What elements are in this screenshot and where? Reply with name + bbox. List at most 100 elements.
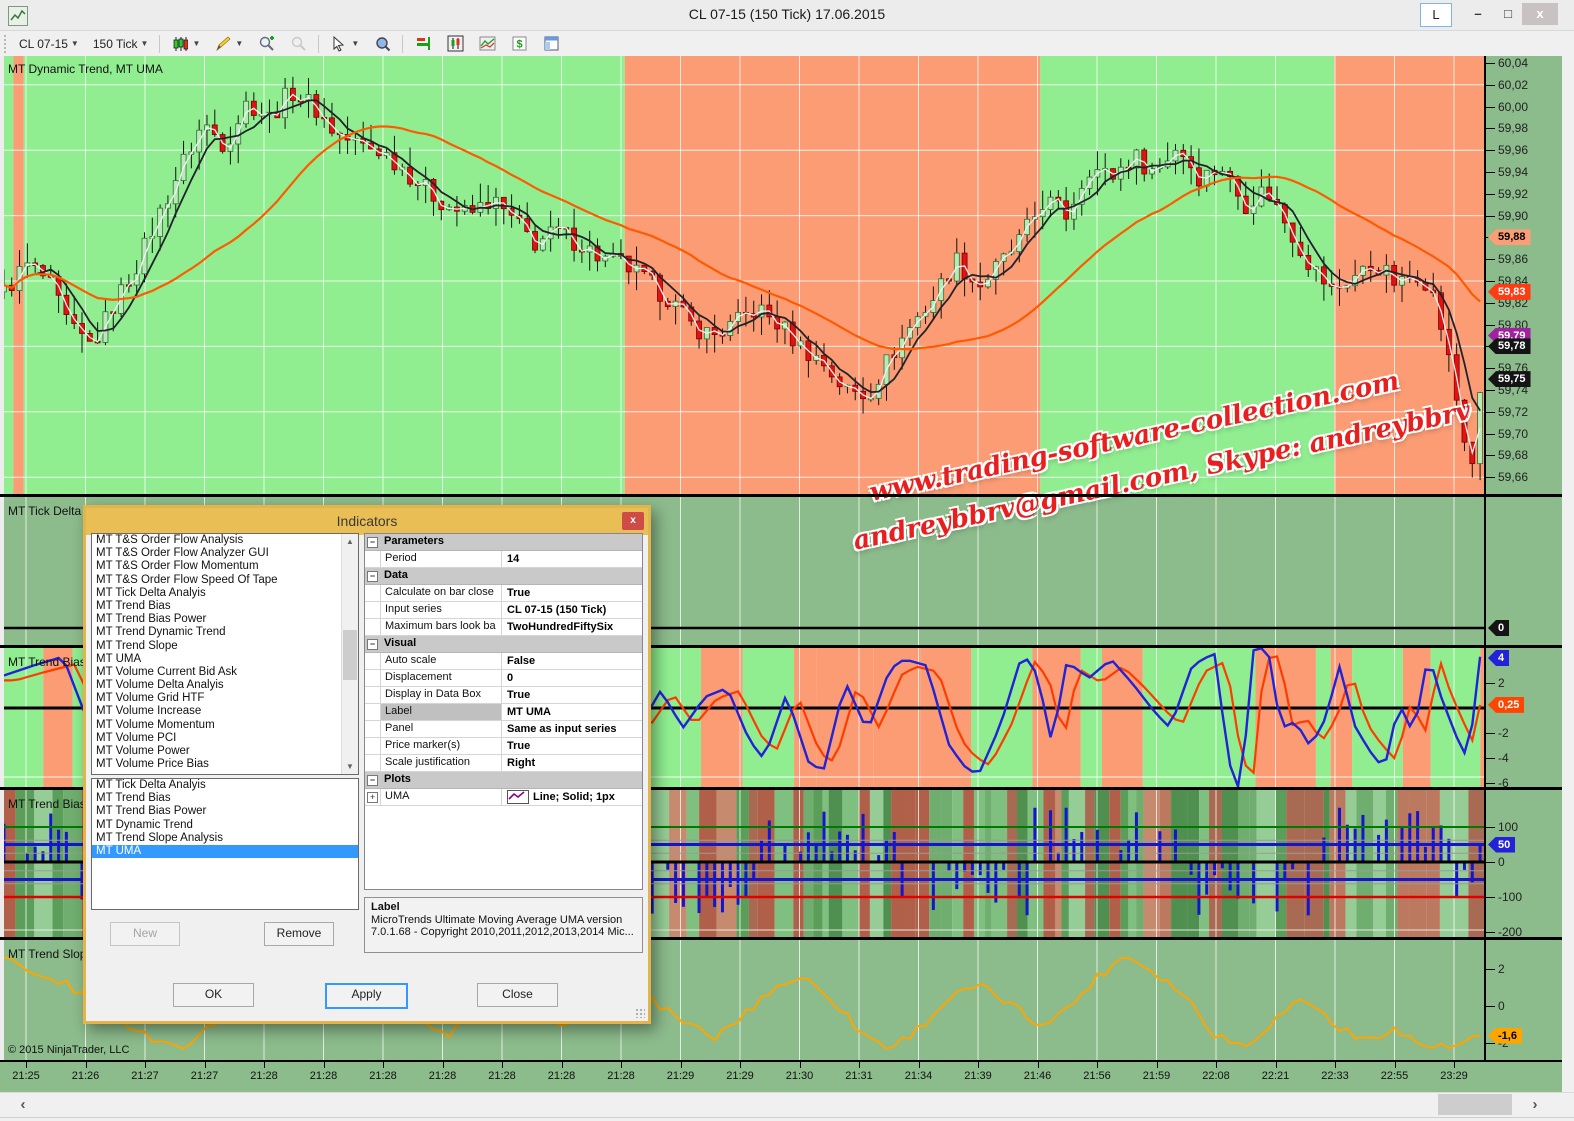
scroll-right-arrow-icon[interactable]: › [1526, 1096, 1544, 1114]
account-button[interactable]: $ [504, 32, 534, 56]
property-value[interactable]: False [502, 653, 642, 669]
drawing-tools-button[interactable]: ▼ [208, 32, 249, 56]
scroll-down-icon[interactable]: ▼ [342, 759, 358, 774]
collapse-icon[interactable]: − [367, 571, 378, 582]
available-indicators-list[interactable]: MT T&S Order Flow AnalysisMT T&S Order F… [91, 533, 359, 775]
property-value[interactable]: True [502, 738, 642, 754]
scroll-up-icon[interactable]: ▲ [342, 534, 358, 549]
collapse-icon[interactable]: − [367, 775, 378, 786]
configured-indicator-item[interactable]: MT Tick Delta Analyis [92, 779, 358, 792]
property-row[interactable]: Auto scaleFalse [365, 653, 642, 670]
cursor-button[interactable]: ▼ [324, 32, 365, 56]
configured-indicator-item[interactable]: MT Trend Bias Power [92, 805, 358, 818]
maximize-button[interactable]: □ [1494, 3, 1522, 25]
list-scrollbar[interactable]: ▲▼ [341, 534, 358, 774]
zoom-in-button[interactable] [251, 32, 281, 56]
scrollbar-thumb[interactable] [343, 630, 357, 680]
available-indicator-item[interactable]: MT Volume Power [92, 745, 358, 758]
property-value[interactable]: CL 07-15 (150 Tick) [502, 602, 642, 618]
available-indicator-item[interactable]: MT Trend Slope [92, 640, 358, 653]
available-indicator-item[interactable]: MT Volume Delta Analyis [92, 679, 358, 692]
zoom-out-button[interactable] [283, 32, 313, 56]
property-category-row[interactable]: −Data [365, 568, 642, 585]
link-button[interactable]: L [1420, 3, 1452, 27]
configured-indicator-item[interactable]: MT UMA [92, 845, 358, 858]
configured-indicator-item[interactable]: MT Trend Slope Analysis [92, 832, 358, 845]
properties-button[interactable] [536, 32, 566, 56]
available-indicator-item[interactable]: MT T&S Order Flow Momentum [92, 560, 358, 573]
close-button[interactable]: x [1522, 3, 1558, 25]
property-row[interactable]: Display in Data BoxTrue [365, 687, 642, 704]
property-row[interactable]: Maximum bars look baTwoHundredFiftySix [365, 619, 642, 636]
chart-overlay-button[interactable] [472, 32, 502, 56]
property-value[interactable]: Same as input series [502, 721, 642, 737]
data-box-button[interactable] [367, 32, 397, 56]
resize-grip[interactable] [635, 1008, 645, 1018]
minimize-button[interactable]: – [1464, 3, 1492, 25]
property-row[interactable]: Period14 [365, 551, 642, 568]
remove-button[interactable]: Remove [264, 922, 334, 946]
property-row[interactable]: LabelMT UMA [365, 704, 642, 721]
property-category-row[interactable]: −Visual [365, 636, 642, 653]
available-indicator-item[interactable]: MT UMA [92, 653, 358, 666]
time-tick [145, 1062, 146, 1068]
collapse-icon[interactable]: − [367, 537, 378, 548]
property-value[interactable]: MT UMA [502, 704, 642, 720]
property-value[interactable]: Line; Solid; 1px [502, 789, 642, 805]
available-indicator-item[interactable]: MT Trend Dynamic Trend [92, 626, 358, 639]
property-value[interactable]: True [502, 687, 642, 703]
property-category-row[interactable]: −Parameters [365, 534, 642, 551]
description-box: Label MicroTrends Ultimate Moving Averag… [364, 897, 643, 953]
available-indicator-item[interactable]: MT Volume Price Bias [92, 758, 358, 771]
property-grid[interactable]: −ParametersPeriod14−DataCalculate on bar… [364, 533, 643, 890]
available-indicator-item[interactable]: MT Volume Increase [92, 705, 358, 718]
close-dialog-button[interactable]: Close [477, 983, 558, 1007]
new-button[interactable]: New [110, 922, 180, 946]
property-value[interactable]: True [502, 585, 642, 601]
configured-indicator-item[interactable]: MT Dynamic Trend [92, 819, 358, 832]
interval-selector[interactable]: 150 Tick▼ [87, 34, 155, 54]
available-indicator-item[interactable]: MT T&S Order Flow Speed Of Tape [92, 574, 358, 587]
available-indicator-item[interactable]: MT Trend Bias [92, 600, 358, 613]
horizontal-scrollbar[interactable]: ‹ › [0, 1092, 1574, 1118]
property-row[interactable]: Scale justificationRight [365, 755, 642, 772]
available-indicator-item[interactable]: MT Trend Bias Power [92, 613, 358, 626]
market-analyzer-button[interactable] [408, 32, 438, 56]
ok-button[interactable]: OK [173, 983, 254, 1007]
toolbar-grip[interactable] [4, 35, 11, 53]
configured-indicators-list[interactable]: MT Tick Delta AnalyisMT Trend BiasMT Tre… [91, 778, 359, 910]
chart-style-button[interactable]: ▼ [165, 32, 206, 56]
dialog-close-button[interactable]: x [622, 512, 644, 530]
property-row[interactable]: PanelSame as input series [365, 721, 642, 738]
scroll-left-arrow-icon[interactable]: ‹ [14, 1096, 32, 1114]
scrollbar-thumb[interactable] [1438, 1094, 1512, 1115]
property-value[interactable]: TwoHundredFiftySix [502, 619, 642, 635]
available-indicator-item[interactable]: MT Volume Current Bid Ask [92, 666, 358, 679]
price-tick-label: 59,86 [1498, 252, 1528, 266]
apply-button[interactable]: Apply [325, 983, 408, 1009]
property-row[interactable]: Price marker(s)True [365, 738, 642, 755]
instrument-selector[interactable]: CL 07-15▼ [13, 34, 85, 54]
configured-indicator-item[interactable]: MT Trend Bias [92, 792, 358, 805]
property-value[interactable]: Right [502, 755, 642, 771]
panel-separator[interactable] [0, 494, 1562, 497]
available-indicator-item[interactable]: MT Volume Grid HTF [92, 692, 358, 705]
property-row[interactable]: +UMALine; Solid; 1px [365, 789, 642, 806]
expand-icon[interactable]: + [367, 792, 378, 803]
available-indicator-item[interactable]: MT Tick Delta Analyis [92, 587, 358, 600]
property-row[interactable]: Input seriesCL 07-15 (150 Tick) [365, 602, 642, 619]
available-indicator-item[interactable]: MT Volume Momentum [92, 719, 358, 732]
available-indicator-item[interactable]: MT Volume PCI [92, 732, 358, 745]
property-value[interactable]: 0 [502, 670, 642, 686]
available-indicator-item[interactable]: MT T&S Order Flow Analyzer GUI [92, 547, 358, 560]
indicators-button[interactable] [440, 32, 470, 56]
time-axis[interactable]: 21:2521:2621:2721:2721:2821:2821:2821:28… [0, 1060, 1562, 1092]
price-axis[interactable]: 60,0460,0260,0059,9859,9659,9459,9259,90… [1484, 56, 1564, 1060]
property-row[interactable]: Displacement0 [365, 670, 642, 687]
available-indicator-item[interactable]: MT T&S Order Flow Analysis [92, 534, 358, 547]
property-row[interactable]: Calculate on bar closeTrue [365, 585, 642, 602]
property-category-row[interactable]: −Plots [365, 772, 642, 789]
dialog-title-bar[interactable]: Indicators [86, 508, 648, 535]
collapse-icon[interactable]: − [367, 639, 378, 650]
property-value[interactable]: 14 [502, 551, 642, 567]
